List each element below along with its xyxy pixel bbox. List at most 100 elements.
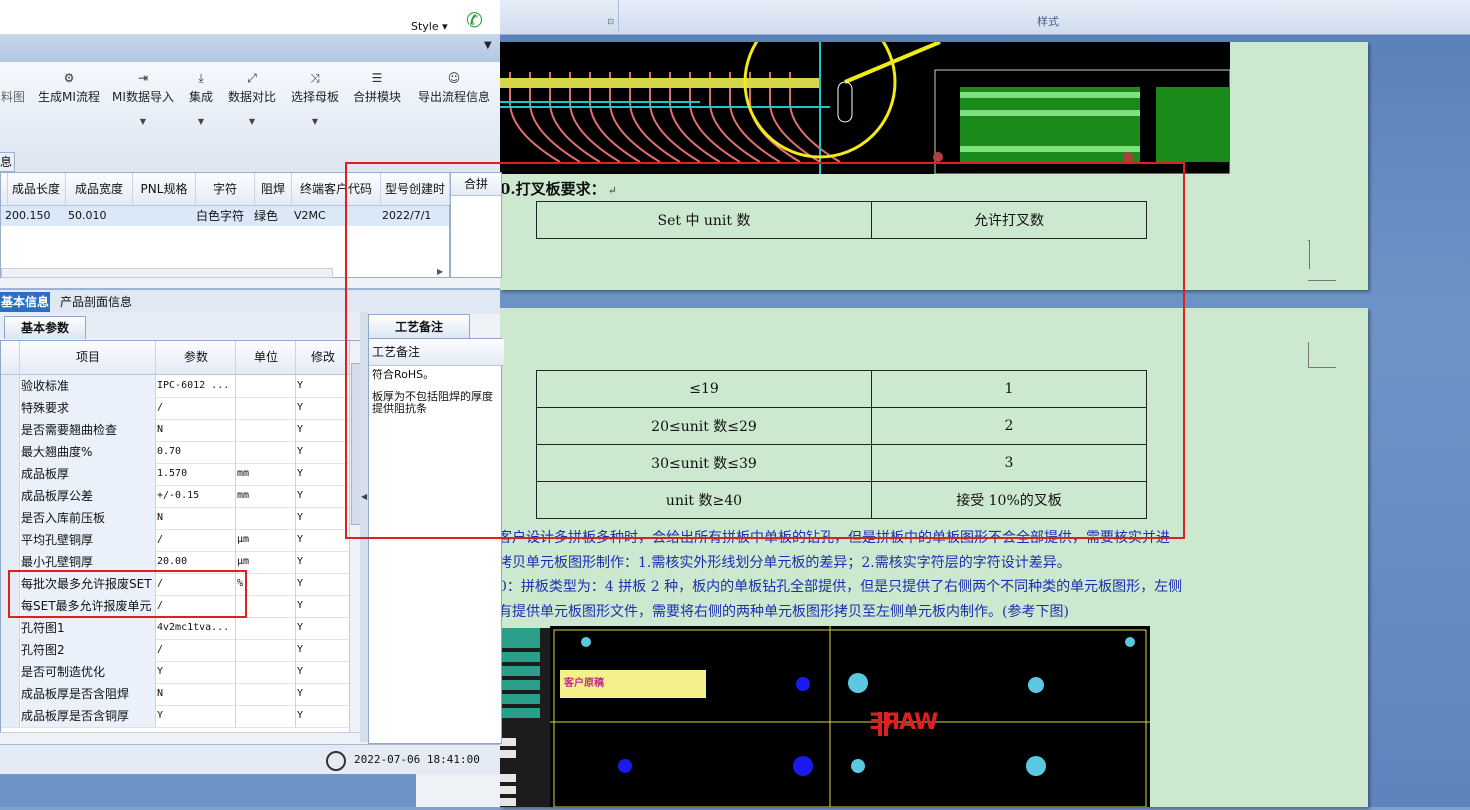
- table-row[interactable]: 是否可制造优化 Y Y: [1, 661, 349, 684]
- info-tab[interactable]: 息: [0, 152, 15, 172]
- table-row[interactable]: 特殊要求 / Y: [1, 397, 349, 420]
- dropdown-arrow-icon[interactable]: ▼: [288, 117, 342, 126]
- table-cell: 200.150: [5, 209, 51, 222]
- toolbar-button-export-flow[interactable]: ☺ 导出流程信息: [414, 68, 494, 138]
- table-cell: mm: [237, 485, 296, 507]
- column-header[interactable]: 成品宽度: [66, 173, 133, 205]
- table-row[interactable]: 成品板厚是否含铜厚 Y Y: [1, 705, 349, 728]
- column-header[interactable]: 修改: [297, 341, 349, 374]
- row-indicator[interactable]: [1, 661, 20, 683]
- table-row[interactable]: 孔符图2/ Y: [1, 639, 349, 662]
- toolbar-button-drawing[interactable]: 料图: [0, 68, 26, 138]
- toolbar-button-merge-module[interactable]: ☰ 合拼模块: [350, 68, 404, 138]
- table-cell[interactable]: N: [157, 507, 236, 529]
- table-row[interactable]: 最大翘曲度% 0.70 Y: [1, 441, 349, 464]
- table-cell[interactable]: 4v2mc1tva...: [157, 617, 236, 639]
- table-row[interactable]: 是否入库前压板 N Y: [1, 507, 349, 530]
- column-header[interactable]: 成品长度: [7, 173, 66, 205]
- table-row[interactable]: 成品板厚是否含阻焊 N Y: [1, 683, 349, 706]
- desktop-background: [0, 774, 416, 807]
- phone-icon[interactable]: ✆: [466, 9, 488, 31]
- table-row[interactable]: 验收标准 IPC-6012 ... Y: [1, 375, 349, 398]
- column-header[interactable]: 参数: [157, 341, 236, 374]
- row-indicator[interactable]: [1, 463, 20, 485]
- table-cell: 孔符图2: [21, 639, 156, 661]
- column-header[interactable]: PNL规格: [133, 173, 196, 205]
- style-dropdown[interactable]: Style ▾: [411, 20, 448, 33]
- table-cell: 成品板厚是否含铜厚: [21, 705, 156, 727]
- table-cell: Y: [297, 666, 304, 677]
- row-indicator[interactable]: [1, 485, 20, 507]
- tab-basic-info[interactable]: 基本信息: [0, 292, 50, 312]
- logo-text: WARE: [870, 710, 939, 735]
- ribbon-caption: 样式: [1037, 15, 1059, 28]
- row-indicator[interactable]: [1, 441, 20, 463]
- table-cell: Y: [297, 534, 304, 545]
- table-cell[interactable]: /: [157, 529, 236, 551]
- toolbar-button-select-mother-board[interactable]: ⤨ 选择母板 ▼: [288, 68, 342, 138]
- status-time: 2022-07-06 18:41:00: [354, 753, 480, 766]
- dialog-launcher-icon[interactable]: ⊡: [607, 17, 614, 26]
- table-cell: 是否需要翘曲检查: [21, 419, 156, 441]
- column-header[interactable]: 阻焊: [255, 173, 292, 205]
- row-indicator[interactable]: [1, 529, 20, 551]
- toolbar-button-integrate[interactable]: ⤓ 集成 ▼: [184, 68, 218, 138]
- table-cell: 成品板厚公差: [21, 485, 156, 507]
- integrate-icon: ⤓: [198, 71, 204, 85]
- toolbar-button-mi-import[interactable]: ⇥ MI数据导入 ▼: [110, 68, 176, 138]
- table-cell: 最大翘曲度%: [21, 441, 156, 463]
- dropdown-arrow-icon[interactable]: ▼: [226, 117, 278, 126]
- shuffle-icon: ⤨: [310, 71, 320, 85]
- table-cell: [237, 683, 296, 705]
- column-header[interactable]: 项目: [21, 341, 156, 374]
- table-cell: Y: [297, 512, 304, 523]
- table-cell[interactable]: /: [157, 639, 236, 661]
- table-cell: Y: [297, 688, 304, 699]
- table-row[interactable]: 孔符图1 4v2mc1tva... Y: [1, 617, 349, 640]
- row-indicator[interactable]: [1, 639, 20, 661]
- dropdown-arrow-icon[interactable]: ▼: [110, 117, 176, 126]
- table-cell[interactable]: +/-0.15: [157, 485, 236, 507]
- tab-product-profile[interactable]: 产品剖面信息: [60, 292, 132, 312]
- toolbar-button-compare[interactable]: ⤢ 数据对比 ▼: [226, 68, 278, 138]
- chevron-down-icon[interactable]: ▼: [484, 40, 492, 51]
- table-row[interactable]: 成品板厚公差 +/-0.15 mm Y: [1, 485, 349, 508]
- table-cell: Y: [297, 424, 304, 435]
- ribbon-group: ⊡: [500, 0, 619, 32]
- row-indicator[interactable]: [1, 705, 20, 727]
- table-cell[interactable]: N: [157, 683, 236, 705]
- table-cell: mm: [237, 463, 296, 485]
- table-cell: [237, 375, 296, 397]
- table-cell[interactable]: 0.70: [157, 441, 236, 463]
- table-cell: 是否可制造优化: [21, 661, 156, 683]
- row-indicator[interactable]: [1, 375, 20, 397]
- row-indicator[interactable]: [1, 507, 20, 529]
- column-header[interactable]: 字符: [196, 173, 255, 205]
- horizontal-scrollbar[interactable]: [0, 732, 360, 743]
- row-indicator[interactable]: [1, 683, 20, 705]
- doc-line: 拷贝单元板图形制作：1.需核实外形线划分单元板的差异；2.需核实字符层的字符设计…: [498, 554, 1071, 571]
- column-header[interactable]: 单位: [237, 341, 296, 374]
- table-cell: 成品板厚: [21, 463, 156, 485]
- table-cell: 特殊要求: [21, 397, 156, 419]
- row-indicator[interactable]: [1, 419, 20, 441]
- table-cell[interactable]: IPC-6012 ...: [157, 375, 236, 397]
- dropdown-arrow-icon[interactable]: ▼: [184, 117, 218, 126]
- table-cell[interactable]: /: [157, 397, 236, 419]
- toolbar-button-generate-mi[interactable]: ⚙ 生成MI流程: [36, 68, 102, 138]
- table-cell[interactable]: Y: [157, 705, 236, 727]
- table-cell: [237, 441, 296, 463]
- row-indicator[interactable]: [1, 397, 20, 419]
- table-cell[interactable]: 1.570: [157, 463, 236, 485]
- title-bar: Style ▾ ✆: [0, 0, 500, 34]
- table-cell[interactable]: N: [157, 419, 236, 441]
- table-cell: [135, 206, 193, 226]
- table-cell[interactable]: Y: [157, 661, 236, 683]
- table-row[interactable]: 成品板厚 1.570 mm Y: [1, 463, 349, 486]
- toolbar-tabstrip: [0, 34, 500, 62]
- horizontal-scrollbar[interactable]: [1, 268, 333, 278]
- row-indicator[interactable]: [1, 617, 20, 639]
- table-row[interactable]: 是否需要翘曲检查 N Y: [1, 419, 349, 442]
- tab-basic-params[interactable]: 基本参数: [4, 316, 86, 339]
- table-row[interactable]: 平均孔壁铜厚 / μm Y: [1, 529, 349, 552]
